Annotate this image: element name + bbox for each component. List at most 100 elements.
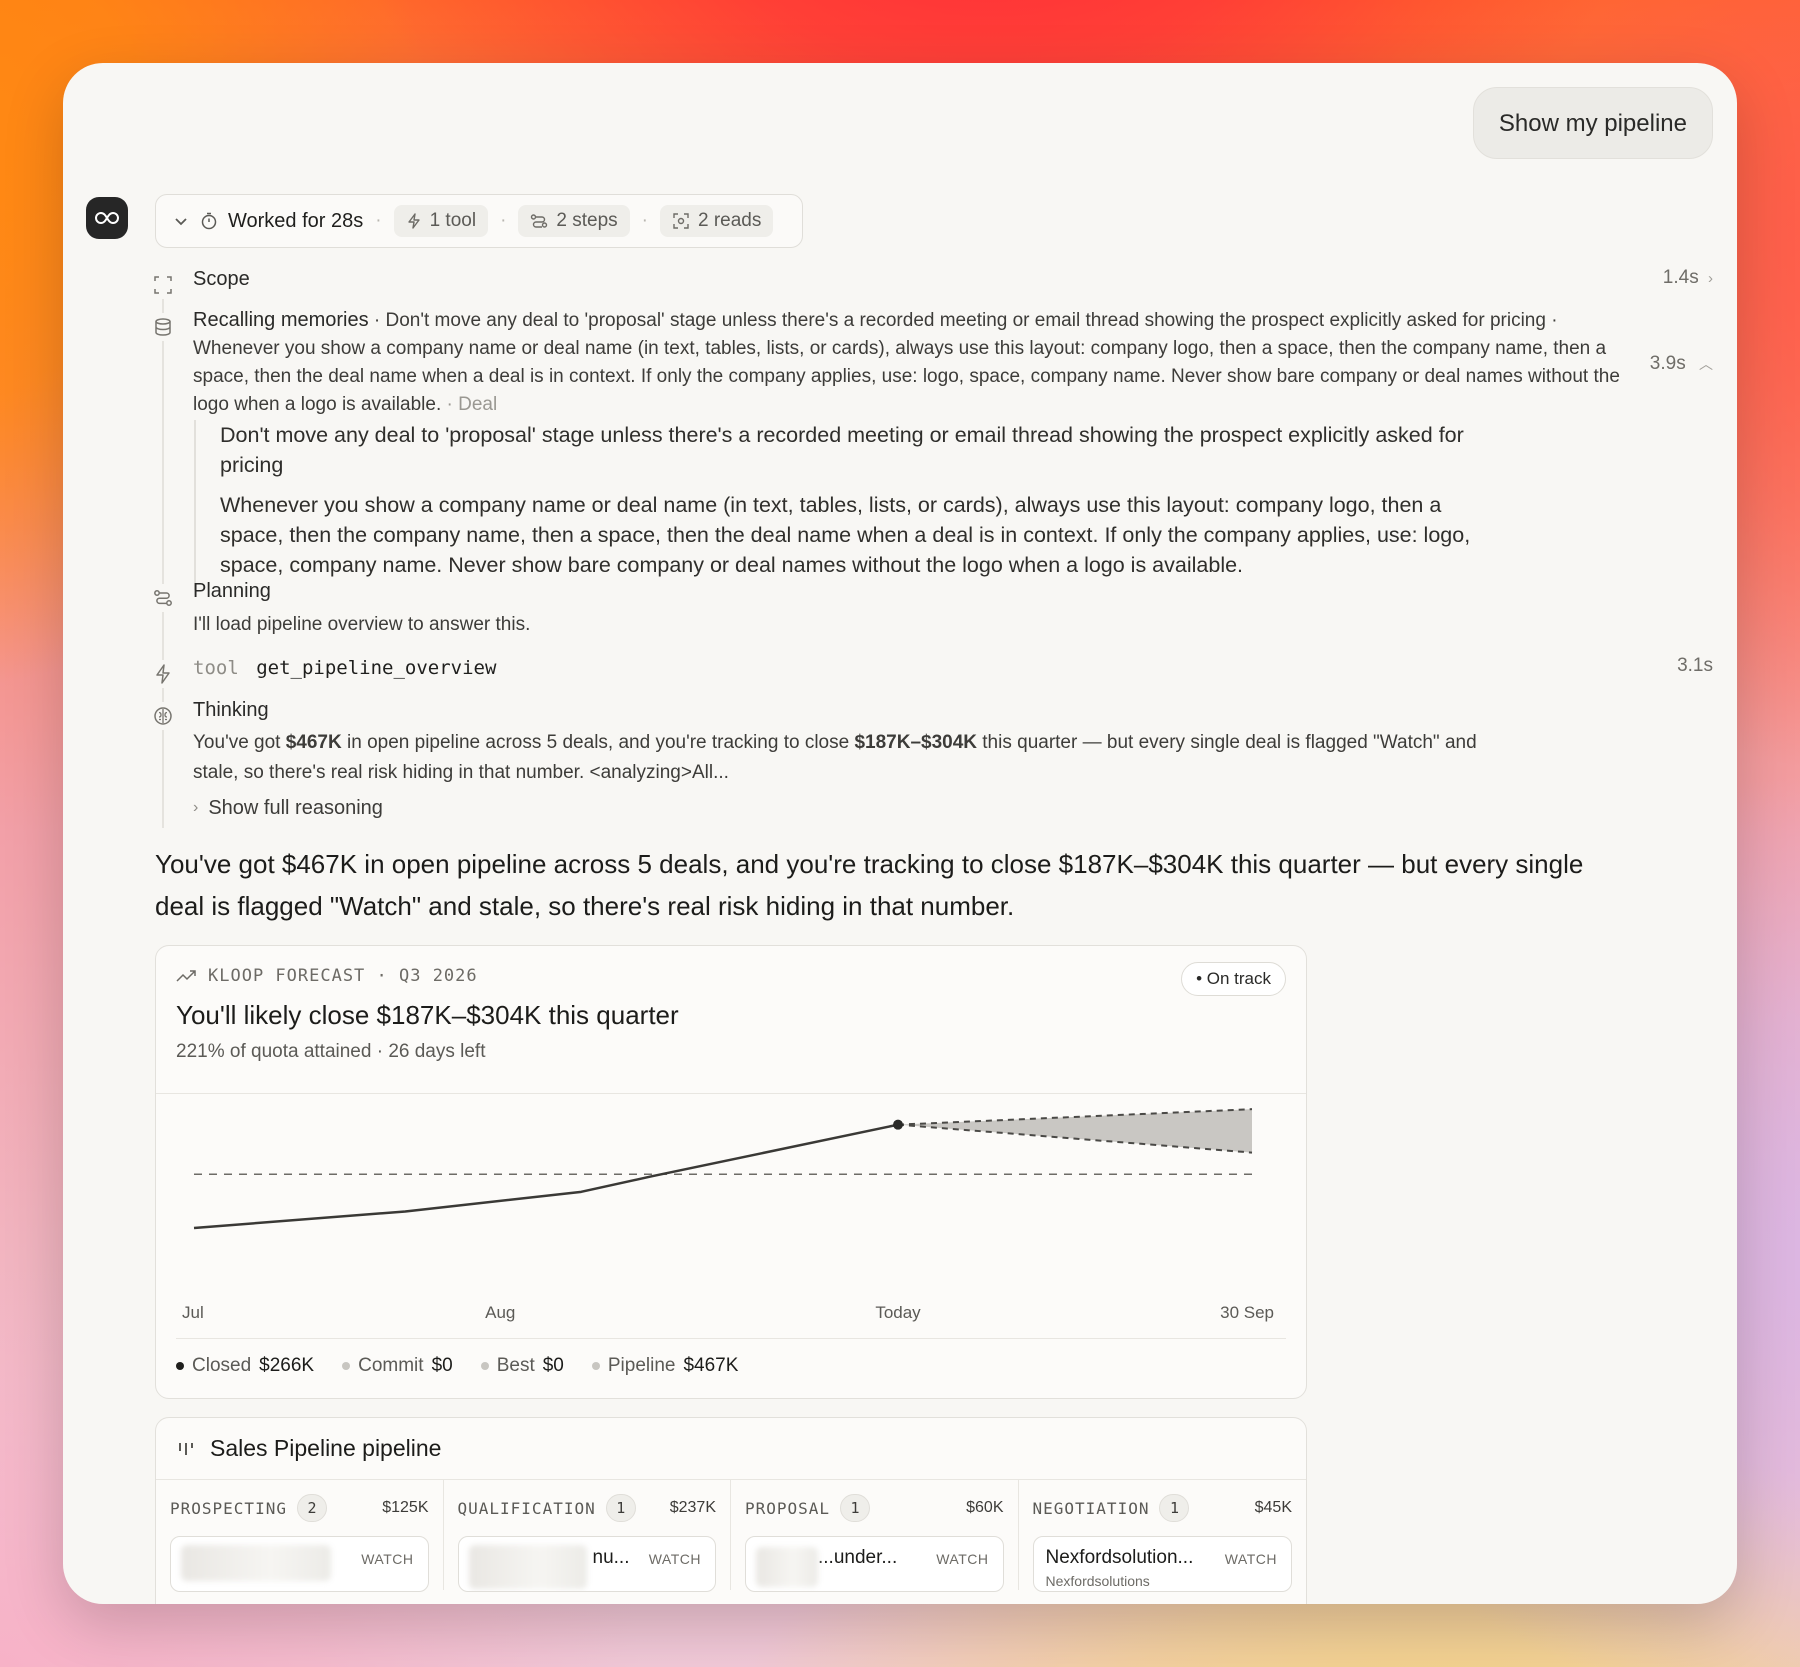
legend-dot	[591, 1361, 600, 1370]
thinking-text: You've got $467K in open pipeline across…	[193, 728, 1513, 788]
stage-amount: $237K	[669, 1499, 716, 1516]
thinking-step-title: Thinking	[193, 699, 269, 721]
tool-prefix: tool	[193, 657, 239, 679]
reads-count: 2 reads	[697, 210, 762, 231]
brain-icon	[149, 702, 177, 730]
stage-count: 1	[840, 1494, 871, 1522]
database-icon	[149, 313, 177, 341]
memory-item: Whenever you show a company name or deal…	[220, 493, 1471, 577]
assistant-avatar	[86, 197, 128, 239]
deal-card[interactable]: ...under... WATCH	[745, 1536, 1004, 1592]
stage-name: PROPOSAL	[745, 1498, 831, 1518]
route-icon	[149, 584, 177, 612]
assistant-answer: You've got $467K in open pipeline across…	[155, 849, 1584, 921]
pipeline-column: PROPOSAL 1 $60K ...under... WATCH	[731, 1480, 1019, 1592]
forecast-kicker-label: KLOOP FORECAST · Q3 2026	[208, 966, 478, 986]
stage-name: QUALIFICATION	[457, 1498, 596, 1518]
stage-count: 1	[605, 1494, 636, 1522]
column-header: QUALIFICATION 1 $237K	[458, 1494, 716, 1522]
lightning-icon	[149, 660, 177, 688]
forecast-chart: Jul Aug Today 30 Sep	[182, 1108, 1274, 1322]
forecast-title: You'll likely close $187K–$304K this qua…	[176, 1000, 679, 1030]
steps-chip: 2 steps	[518, 205, 630, 237]
memories-step-title[interactable]: Recalling memories	[193, 309, 369, 331]
memories-detail: Don't move any deal to 'proposal' stage …	[194, 420, 1494, 590]
work-summary-toggle[interactable]: Worked for 28s · 1 tool · 2 steps · 2 re…	[155, 194, 803, 248]
planning-step-text: I'll load pipeline overview to answer th…	[193, 614, 531, 635]
chevron-right-icon: ›	[193, 799, 199, 816]
pipeline-column: NEGOTIATION 1 $45K Nexfordsolution... Nex…	[1019, 1480, 1307, 1592]
legend-dot	[176, 1361, 184, 1370]
tool-name: get_pipeline_overview	[256, 657, 497, 679]
scan-icon	[673, 213, 689, 229]
stage-amount: $125K	[382, 1499, 429, 1516]
legend-label: Closed	[192, 1354, 252, 1376]
planning-step-title: Planning	[193, 580, 271, 602]
forecast-kicker: KLOOP FORECAST · Q3 2026	[176, 966, 1286, 986]
deal-company: Nexfordsolutions	[1045, 1573, 1150, 1589]
legend-item: Commit $0	[342, 1355, 453, 1377]
route-icon	[531, 214, 548, 228]
chevron-down-icon	[175, 218, 187, 226]
column-header: NEGOTIATION 1 $45K	[1033, 1494, 1292, 1522]
pipeline-card: Sales Pipeline pipeline PROSPECTING 2 $12…	[155, 1417, 1307, 1604]
stage-name: PROSPECTING	[170, 1498, 287, 1518]
forecast-legend: Closed $266K Commit $0 Best $0 Pipeline $467K	[176, 1338, 1286, 1392]
forecast-header: KLOOP FORECAST · Q3 2026 You'll likely c…	[156, 946, 1306, 1094]
column-header-left: QUALIFICATION 1	[458, 1494, 636, 1522]
pipeline-columns: PROSPECTING 2 $125K WATCH QUALIFICATION 1 …	[156, 1480, 1307, 1592]
watch-badge: WATCH	[1224, 1551, 1277, 1567]
legend-value: $467K	[683, 1354, 739, 1376]
pipeline-column: QUALIFICATION 1 $237K nu... WATCH	[444, 1480, 731, 1592]
forecast-band	[898, 1109, 1252, 1153]
column-header: PROPOSAL 1 $60K	[745, 1494, 1004, 1522]
tool-call[interactable]: tool get_pipeline_overview	[193, 654, 496, 682]
thinking-pipeline-value: $467K	[285, 732, 342, 753]
deal-card[interactable]: Nexfordsolution... Nexfordsolutions WATC…	[1032, 1536, 1292, 1592]
chat-window: Show my pipeline Worked for 28s · 1 tool…	[63, 63, 1737, 1604]
column-header-left: NEGOTIATION 1	[1033, 1494, 1190, 1522]
legend-item: Closed $266K	[176, 1355, 314, 1377]
deal-card[interactable]: WATCH	[170, 1536, 429, 1592]
separator-dot: ·	[500, 210, 507, 231]
separator-dot: ·	[375, 210, 382, 231]
memories-step-duration[interactable]: 3.9s ︿	[1650, 353, 1713, 375]
x-tick-label: Jul	[182, 1303, 204, 1322]
show-full-reasoning-label: Show full reasoning	[208, 797, 383, 819]
chevron-up-icon: ︿	[1699, 356, 1713, 372]
infinity-icon	[95, 211, 119, 225]
memories-duration-value: 3.9s	[1649, 353, 1686, 374]
pipeline-title: Sales Pipeline pipeline	[210, 1435, 442, 1461]
deal-card[interactable]: nu... WATCH	[457, 1536, 716, 1592]
stage-count: 2	[296, 1494, 327, 1522]
column-header-left: PROPOSAL 1	[745, 1494, 871, 1522]
chevron-right-icon: ›	[1708, 270, 1713, 287]
forecast-card: KLOOP FORECAST · Q3 2026 You'll likely c…	[155, 945, 1307, 1399]
separator-dot: ·	[641, 210, 648, 231]
trend-up-icon	[176, 970, 196, 982]
kanban-icon	[179, 1442, 193, 1455]
show-full-reasoning-button[interactable]: › Show full reasoning	[193, 794, 383, 822]
watch-badge: WATCH	[936, 1551, 989, 1567]
stage-count: 1	[1159, 1494, 1190, 1522]
timeline-line	[162, 288, 164, 828]
stage-amount: $60K	[966, 1499, 1004, 1516]
forecast-subtitle: 221% of quota attained · 26 days left	[176, 1041, 486, 1062]
legend-item: Pipeline $467K	[591, 1354, 739, 1377]
tool-step-duration: 3.1s	[1677, 655, 1713, 676]
watch-badge: WATCH	[648, 1551, 701, 1567]
reads-chip: 2 reads	[659, 205, 774, 237]
stage-name: NEGOTIATION	[1032, 1498, 1150, 1518]
status-dot: •	[1196, 969, 1203, 988]
column-header: PROSPECTING 2 $125K	[170, 1494, 429, 1522]
x-tick-label: Today	[875, 1303, 921, 1322]
scope-step-duration[interactable]: 1.4s ›	[1663, 267, 1713, 289]
pipeline-header: Sales Pipeline pipeline	[156, 1418, 1306, 1480]
scope-step-title[interactable]: Scope	[193, 265, 250, 293]
redacted-deal-name	[468, 1545, 587, 1589]
thinking-text-part: in open pipeline across 5 deals, and you…	[341, 732, 855, 753]
legend-item: Best $0	[480, 1355, 564, 1377]
status-badge: • On track	[1181, 962, 1286, 996]
watch-badge: WATCH	[361, 1551, 414, 1567]
pipeline-column: PROSPECTING 2 $125K WATCH	[156, 1480, 444, 1592]
